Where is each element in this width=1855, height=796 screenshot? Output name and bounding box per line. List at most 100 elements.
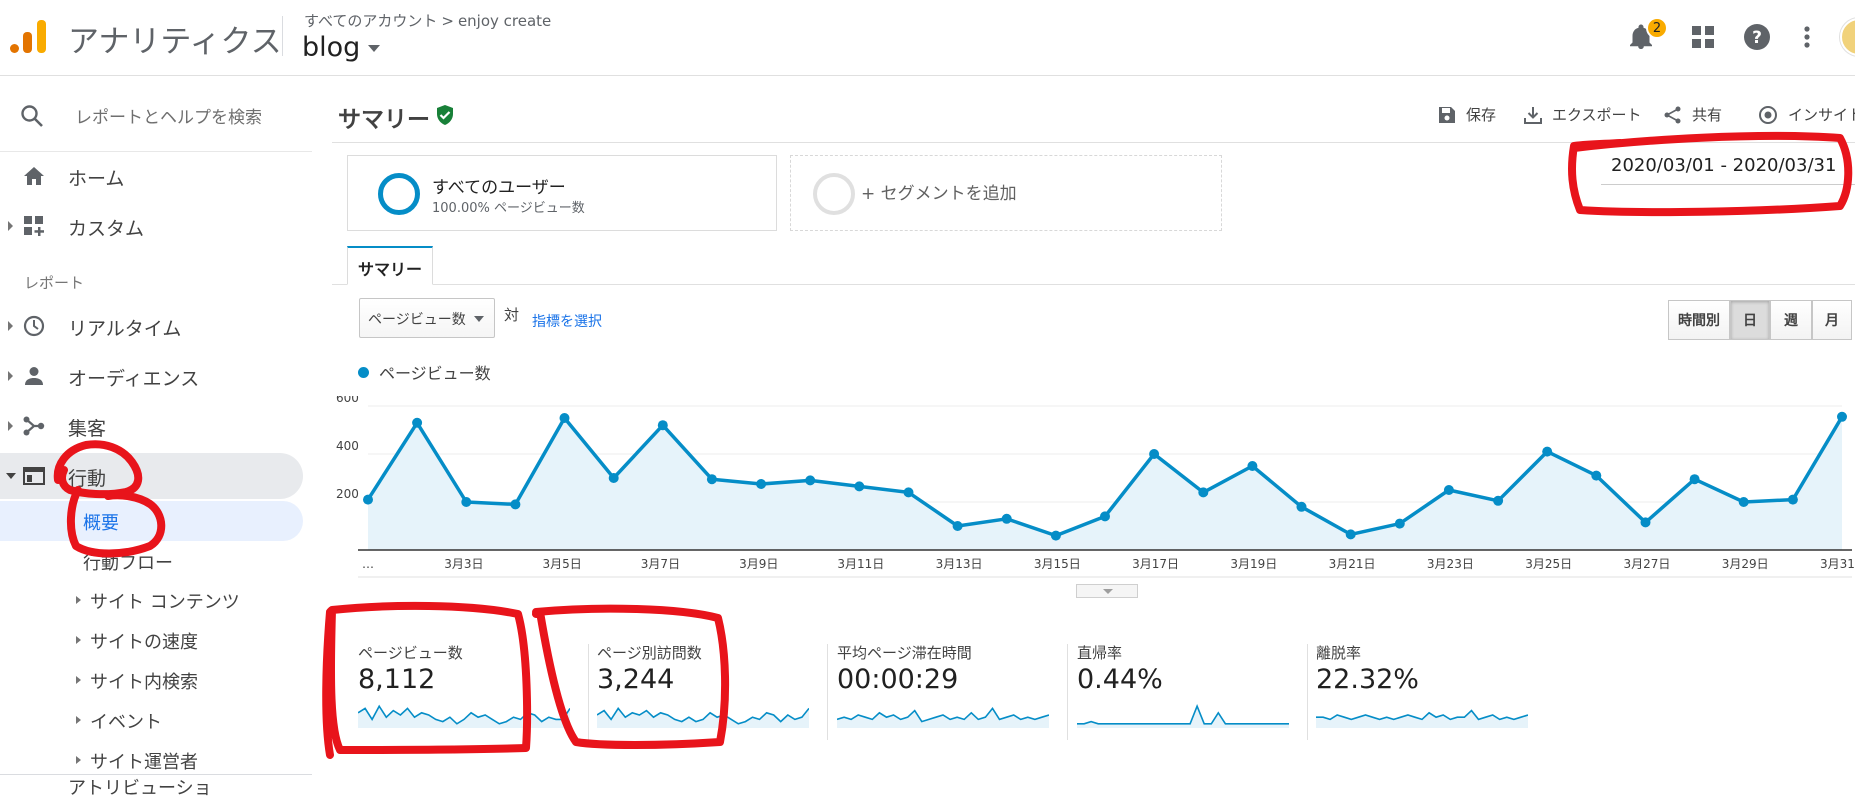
sidebar-item-behavior-flow[interactable]: 行動フロー bbox=[0, 541, 312, 581]
sidebar-item-site-speed[interactable]: サイトの速度 bbox=[0, 620, 312, 660]
sidebar-item-behavior[interactable]: 行動 bbox=[0, 453, 303, 499]
expand-arrow-icon bbox=[76, 636, 81, 644]
help-button[interactable]: ? bbox=[1740, 20, 1774, 54]
granularity-hourly[interactable]: 時間別 bbox=[1668, 300, 1730, 340]
caret-down-icon bbox=[474, 316, 484, 322]
page-title: サマリー bbox=[338, 107, 430, 133]
sparkline-area bbox=[358, 706, 570, 728]
breadcrumb-chevron-icon: > bbox=[441, 12, 454, 30]
data-point bbox=[1640, 517, 1651, 528]
data-point bbox=[903, 487, 914, 498]
sidebar-item-label: サイト内検索 bbox=[90, 672, 198, 693]
scorecard[interactable]: ページ別訪問数 3,244 bbox=[597, 642, 827, 738]
report-search[interactable]: レポートとヘルプを検索 bbox=[0, 76, 312, 152]
sidebar-item-acquisition[interactable]: 集客 bbox=[0, 403, 312, 449]
share-button[interactable]: 共有 bbox=[1664, 104, 1722, 125]
more-button[interactable] bbox=[1790, 20, 1824, 54]
chart-resize-handle[interactable] bbox=[1076, 584, 1138, 598]
sidebar-item-realtime[interactable]: リアルタイム bbox=[0, 303, 312, 349]
data-point bbox=[1296, 501, 1307, 512]
scorecard-value: 00:00:29 bbox=[837, 664, 959, 695]
granularity-month[interactable]: 月 bbox=[1812, 300, 1852, 340]
scorecard-label: 平均ページ滞在時間 bbox=[837, 644, 972, 662]
expand-arrow-icon bbox=[8, 221, 13, 231]
add-segment-button[interactable]: + セグメントを追加 bbox=[790, 155, 1222, 231]
data-point bbox=[1247, 461, 1258, 471]
breadcrumb[interactable]: すべてのアカウント > enjoy create bbox=[304, 10, 551, 31]
sidebar: レポートとヘルプを検索 ホーム カスタム レポート リアルタイム オーディエンス… bbox=[0, 76, 312, 796]
data-point bbox=[1100, 511, 1110, 522]
sidebar-item-label: 行動 bbox=[68, 468, 107, 490]
notification-badge: 2 bbox=[1646, 17, 1668, 39]
scorecard-value: 22.32% bbox=[1316, 664, 1419, 695]
granularity-week[interactable]: 週 bbox=[1770, 300, 1812, 340]
tab-summary[interactable]: サマリー bbox=[347, 246, 433, 285]
person-icon bbox=[22, 364, 46, 388]
sidebar-item-label: 概要 bbox=[83, 513, 119, 534]
analytics-logo-icon[interactable] bbox=[10, 18, 50, 56]
sidebar-item-site-search[interactable]: サイト内検索 bbox=[0, 660, 312, 700]
sidebar-item-site-content[interactable]: サイト コンテンツ bbox=[0, 580, 312, 620]
scorecard[interactable]: 直帰率 0.44% bbox=[1077, 642, 1307, 738]
data-point bbox=[461, 497, 472, 507]
scorecard[interactable]: ページビュー数 8,112 bbox=[358, 642, 588, 738]
sidebar-item-custom[interactable]: カスタム bbox=[0, 203, 312, 249]
save-icon bbox=[1439, 106, 1455, 123]
behavior-window-icon bbox=[22, 464, 46, 488]
insight-button[interactable]: インサイト bbox=[1758, 104, 1855, 125]
sidebar-item-attribution[interactable]: アトリビューショ bbox=[68, 774, 212, 796]
data-point bbox=[1001, 513, 1012, 524]
metric-select[interactable]: ページビュー数 bbox=[359, 298, 495, 338]
data-point bbox=[952, 521, 963, 531]
top-bar: アナリティクス すべてのアカウント > enjoy create blog 2 ? bbox=[0, 0, 1855, 76]
download-icon bbox=[1524, 106, 1542, 124]
breadcrumb-account[interactable]: enjoy create bbox=[458, 12, 551, 30]
sidebar-item-home[interactable]: ホーム bbox=[0, 153, 312, 199]
insight-icon bbox=[1759, 105, 1777, 124]
export-button[interactable]: エクスポート bbox=[1524, 104, 1642, 125]
scorecard[interactable]: 離脱率 22.32% bbox=[1316, 642, 1546, 738]
share-label: 共有 bbox=[1692, 106, 1723, 124]
sparkline-line bbox=[1077, 704, 1289, 725]
granularity-day[interactable]: 日 bbox=[1730, 300, 1770, 340]
sidebar-item-label: カスタム bbox=[68, 218, 145, 240]
x-tick-label: 3月23日 bbox=[1427, 557, 1474, 571]
select-metric-link[interactable]: 指標を選択 bbox=[532, 311, 602, 331]
scorecard-value: 8,112 bbox=[358, 664, 436, 695]
data-point bbox=[1542, 446, 1553, 457]
data-point bbox=[559, 413, 570, 423]
property-selector[interactable]: blog bbox=[302, 32, 381, 63]
sparkline-line bbox=[1316, 709, 1528, 721]
metric-select-value: ページビュー数 bbox=[368, 312, 466, 328]
expand-arrow-icon bbox=[8, 371, 13, 381]
more-vertical-icon bbox=[1804, 26, 1810, 48]
chart-legend: ページビュー数 bbox=[358, 360, 491, 384]
sidebar-item-audience[interactable]: オーディエンス bbox=[0, 353, 312, 399]
segment-all-users[interactable]: すべてのユーザー 100.00% ページビュー数 bbox=[347, 155, 777, 231]
data-point bbox=[412, 417, 423, 428]
x-tick-label: 3月31日 bbox=[1820, 557, 1855, 571]
avatar[interactable] bbox=[1840, 18, 1855, 56]
data-point bbox=[1689, 474, 1700, 485]
data-point bbox=[1591, 470, 1602, 481]
breadcrumb-all-accounts[interactable]: すべてのアカウント bbox=[304, 12, 437, 30]
dashboard-plus-icon bbox=[22, 214, 46, 238]
sidebar-item-events[interactable]: イベント bbox=[0, 700, 312, 740]
x-tick-label: 3月25日 bbox=[1525, 557, 1572, 571]
scorecard[interactable]: 平均ページ滞在時間 00:00:29 bbox=[837, 642, 1067, 738]
sidebar-item-behavior-overview[interactable]: 概要 bbox=[0, 501, 303, 541]
apps-button[interactable] bbox=[1686, 20, 1720, 54]
data-point bbox=[756, 479, 767, 489]
date-range-picker[interactable]: 2020/03/01 - 2020/03/31 bbox=[1601, 145, 1855, 185]
save-button[interactable]: 保存 bbox=[1438, 104, 1496, 125]
pageviews-chart[interactable]: 600 400 200 … 3月3日 3月5日 3月7日 3月9日 3月11日 3月13日 3月15… bbox=[334, 396, 1855, 596]
data-point bbox=[1198, 487, 1209, 498]
data-point bbox=[805, 475, 816, 486]
x-tick-label: 3月7日 bbox=[641, 557, 680, 571]
section-label-reports: レポート bbox=[24, 274, 85, 292]
x-tick-label: 3月15日 bbox=[1034, 557, 1081, 571]
scorecard-sparkline bbox=[1077, 704, 1289, 728]
vs-label: 対 bbox=[504, 306, 520, 324]
data-point bbox=[657, 420, 668, 431]
acquisition-icon bbox=[22, 414, 46, 438]
